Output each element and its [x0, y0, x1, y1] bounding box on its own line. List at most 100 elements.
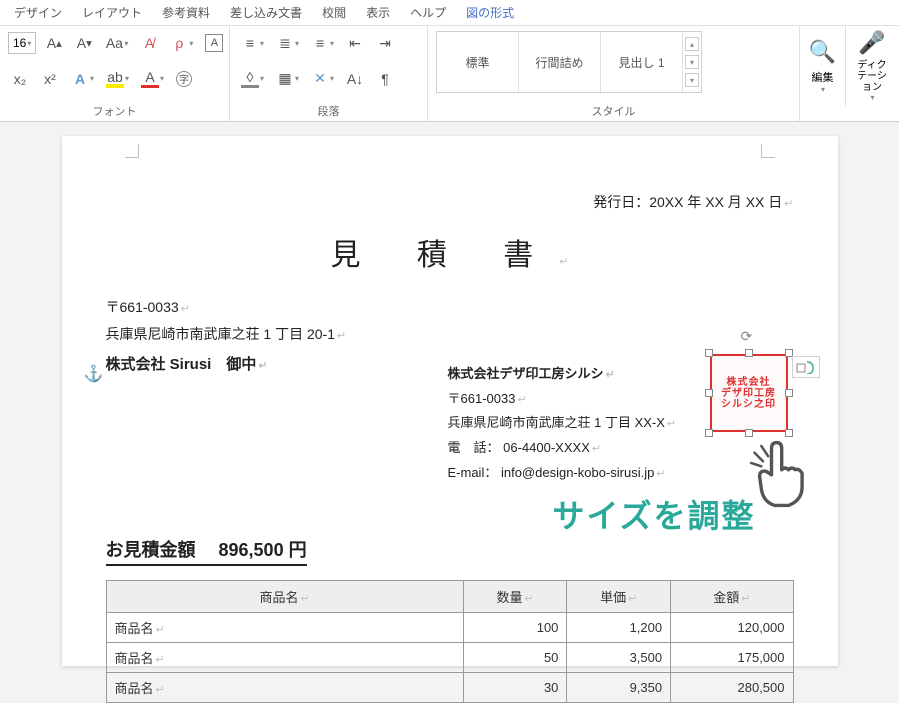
edit-button[interactable]: 🔍 編集 ▾: [800, 26, 846, 106]
sender-email: E-mail： info@design-kobo-sirusi.jp↵: [448, 461, 748, 486]
document-canvas[interactable]: 発行日：20XX 年 XX 月 XX 日↵ 見 積 書↵ 〒661-0033↵ …: [0, 122, 899, 666]
cell-unit: 3,500: [567, 642, 671, 672]
sort-icon: A↓: [346, 70, 364, 88]
shading-button[interactable]: ◊▾: [238, 67, 267, 91]
tab-help[interactable]: ヘルプ: [400, 0, 456, 25]
decrease-font-button[interactable]: A▾: [72, 31, 96, 55]
font-group-label: フォント: [8, 101, 221, 121]
sender-tel: 電 話： 06-4400-XXXX↵: [448, 436, 748, 461]
tab-mailings[interactable]: 差し込み文書: [220, 0, 312, 25]
document-page: 発行日：20XX 年 XX 月 XX 日↵ 見 積 書↵ 〒661-0033↵ …: [62, 136, 838, 666]
numbering-icon: ≣: [276, 34, 294, 52]
show-marks-button[interactable]: ¶: [373, 67, 397, 91]
resize-handle-tl[interactable]: [705, 349, 713, 357]
highlight-button[interactable]: ab▾: [103, 67, 132, 91]
style-no-spacing[interactable]: 行間詰め: [519, 32, 601, 92]
sender-postal: 〒661-0033↵: [448, 387, 748, 412]
cell-total: 120,000: [671, 612, 793, 642]
dictation-button[interactable]: 🎤 ディクテーション ▾: [846, 26, 898, 106]
superscript-button[interactable]: x²: [38, 67, 62, 91]
clear-format-button[interactable]: A̸: [137, 31, 161, 55]
col-name: 商品名↵: [106, 580, 463, 612]
ribbon-group-paragraph: ≡▾ ≣▾ ≡▾ ⇤ ⇥ ◊▾ ▦▾ ✕▾ A↓ ¶ 段落: [230, 26, 428, 121]
style-normal[interactable]: 標準: [437, 32, 519, 92]
paragraph-group-label: 段落: [238, 101, 419, 121]
cell-name: 商品名↵: [106, 642, 463, 672]
font-size-input[interactable]: 16▾: [8, 32, 36, 54]
stamp-image[interactable]: ⟳ 株式会社 デザ印工房 シルシ之印: [710, 354, 788, 432]
tab-picture-format[interactable]: 図の形式: [456, 0, 524, 25]
rotate-handle-icon[interactable]: ⟳: [741, 328, 757, 344]
sort-button[interactable]: A↓: [343, 67, 367, 91]
indent-icon: ⇥: [376, 34, 394, 52]
tab-design[interactable]: デザイン: [4, 0, 72, 25]
resize-handle-l[interactable]: [705, 389, 713, 397]
recipient-postal: 〒661-0033↵: [106, 294, 794, 321]
recipient-address: 兵庫県尼崎市南武庫之荘 1 丁目 20-1↵: [106, 321, 794, 348]
layout-options-icon: [796, 360, 816, 374]
enclose-char-button[interactable]: 字: [173, 68, 195, 90]
char-border-button[interactable]: A: [202, 31, 226, 55]
quote-amount: 896,500 円: [219, 540, 307, 560]
increase-font-button[interactable]: A▴: [42, 31, 66, 55]
cell-qty: 50: [463, 642, 567, 672]
styles-gallery: 標準 行間詰め 見出し 1 ▴▾▾: [436, 31, 702, 93]
subscript-button[interactable]: x₂: [8, 67, 32, 91]
tab-layout[interactable]: レイアウト: [72, 0, 152, 25]
cell-unit: 1,200: [567, 612, 671, 642]
change-case-button[interactable]: Aa▾: [102, 31, 131, 55]
font-color-button[interactable]: A▾: [138, 67, 167, 91]
numbering-button[interactable]: ≣▾: [273, 31, 302, 55]
sender-block: 株式会社デザ印工房シルシ↵ 〒661-0033↵ 兵庫県尼崎市南武庫之荘 1 丁…: [448, 362, 748, 485]
tab-references[interactable]: 参考資料: [152, 0, 220, 25]
font-size-value: 16: [13, 36, 26, 50]
cell-unit: 9,350: [567, 672, 671, 702]
borders-button[interactable]: ▦▾: [273, 67, 302, 91]
edit-label: 編集: [812, 69, 834, 85]
sender-address: 兵庫県尼崎市南武庫之荘 1 丁目 XX-X↵: [448, 411, 748, 436]
table-row: 商品名↵ 100 1,200 120,000: [106, 612, 793, 642]
company-seal-stamp: 株式会社 デザ印工房 シルシ之印: [710, 354, 788, 432]
tab-review[interactable]: 校閲: [312, 0, 356, 25]
style-heading1[interactable]: 見出し 1: [601, 32, 683, 92]
multilevel-button[interactable]: ≡▾: [308, 31, 337, 55]
bullets-button[interactable]: ≡▾: [238, 31, 267, 55]
decrease-indent-button[interactable]: ⇤: [343, 31, 367, 55]
ribbon-tabs: デザイン レイアウト 参考資料 差し込み文書 校閲 表示 ヘルプ 図の形式: [0, 0, 899, 26]
cell-name: 商品名↵: [106, 612, 463, 642]
margin-corner-tr: [761, 144, 775, 158]
text-effects-button[interactable]: A▾: [68, 67, 97, 91]
table-row: 商品名↵ 30 9,350 280,500: [106, 672, 793, 702]
ribbon: 16▾ A▴ A▾ Aa▾ A̸ ρ▾ A x₂ x² A▾ ab▾ A▾ 字 …: [0, 26, 899, 122]
margin-corner-tl: [125, 144, 139, 158]
styles-group-label: スタイル: [436, 101, 791, 121]
styles-more-button[interactable]: ▴▾▾: [683, 32, 701, 92]
col-unit: 単価↵: [567, 580, 671, 612]
table-header-row: 商品名↵ 数量↵ 単価↵ 金額↵: [106, 580, 793, 612]
ribbon-group-font: 16▾ A▴ A▾ Aa▾ A̸ ρ▾ A x₂ x² A▾ ab▾ A▾ 字 …: [0, 26, 230, 121]
increase-indent-button[interactable]: ⇥: [373, 31, 397, 55]
anchor-icon: ⚓: [84, 364, 104, 384]
annotation-text: サイズを調整: [552, 491, 755, 537]
layout-options-button[interactable]: [792, 356, 820, 378]
resize-handle-t[interactable]: [745, 349, 753, 357]
resize-handle-bl[interactable]: [705, 429, 713, 437]
tab-view[interactable]: 表示: [356, 0, 400, 25]
document-title: 見 積 書↵: [106, 230, 794, 274]
phonetic-guide-button[interactable]: ρ▾: [167, 31, 196, 55]
cell-total: 175,000: [671, 642, 793, 672]
hand-pointer-icon: [746, 434, 814, 514]
issue-date: 発行日：20XX 年 XX 月 XX 日↵: [106, 192, 794, 212]
sender-company: 株式会社デザ印工房シルシ↵: [448, 362, 748, 387]
mic-icon: 🎤: [858, 30, 885, 56]
quote-label: お見積金額: [106, 540, 196, 560]
pilcrow-icon: ¶: [376, 70, 394, 88]
distribute-button[interactable]: ✕▾: [308, 67, 337, 91]
items-table: 商品名↵ 数量↵ 単価↵ 金額↵ 商品名↵ 100 1,200 120,000 …: [106, 580, 794, 703]
distribute-icon: ✕: [311, 70, 329, 88]
search-icon: 🔍: [809, 39, 836, 65]
ribbon-group-styles: 標準 行間詰め 見出し 1 ▴▾▾ スタイル: [428, 26, 800, 121]
shading-icon: ◊: [241, 70, 259, 88]
col-qty: 数量↵: [463, 580, 567, 612]
resize-handle-r[interactable]: [785, 389, 793, 397]
